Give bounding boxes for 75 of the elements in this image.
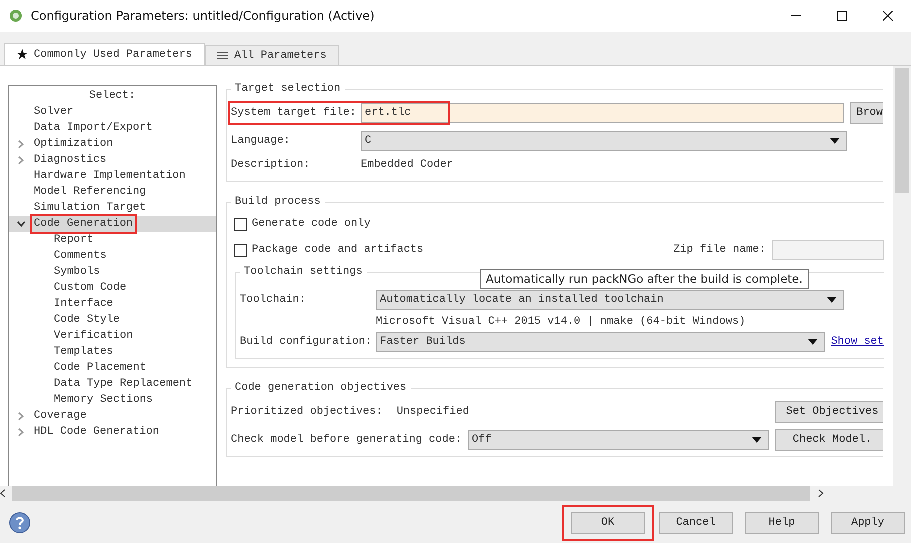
tree-item[interactable]: HDL Code Generation xyxy=(33,425,160,439)
help-icon[interactable] xyxy=(9,512,31,534)
tree-item[interactable]: Solver xyxy=(33,105,75,119)
show-settings-link[interactable]: Show set xyxy=(831,336,884,348)
tab[interactable]: Commonly Used Parameters xyxy=(4,43,206,65)
star-icon xyxy=(17,49,28,60)
tree-item[interactable]: Model Referencing xyxy=(33,185,148,199)
tree-item[interactable]: Diagnostics xyxy=(33,153,108,167)
input-field[interactable] xyxy=(772,240,884,260)
dropdown[interactable]: C xyxy=(361,131,847,151)
field-label: Prioritized objectives: xyxy=(231,406,383,418)
app-icon xyxy=(9,9,23,23)
browse-button[interactable]: Brow xyxy=(850,102,883,124)
checkbox[interactable] xyxy=(234,218,247,230)
tooltip: Automatically run packNGo after the build is complete. xyxy=(480,269,809,289)
field-label: System target file: xyxy=(231,107,358,119)
tree-item[interactable]: Coverage xyxy=(33,409,88,423)
tree-item[interactable]: Data Type Replacement xyxy=(53,377,194,391)
tree-item[interactable]: Code Placement xyxy=(53,361,148,375)
dialog-button[interactable]: Help xyxy=(745,512,819,534)
dialog-button[interactable]: Apply xyxy=(831,512,905,534)
caret-icon xyxy=(752,437,762,443)
expand-chevron-icon[interactable] xyxy=(18,140,24,148)
tree-item[interactable]: Hardware Implementation xyxy=(33,169,187,183)
expand-chevron-icon[interactable] xyxy=(18,412,24,420)
tree-item[interactable]: Symbols xyxy=(53,265,102,279)
group-title: Code generation objectives xyxy=(234,382,408,394)
dropdown[interactable]: Off xyxy=(468,430,769,450)
group-title: Toolchain settings xyxy=(243,266,364,278)
group-title: Target selection xyxy=(234,83,342,95)
tree-item[interactable]: Report xyxy=(53,233,95,247)
field-label: Toolchain: xyxy=(240,294,308,306)
dropdown[interactable]: Automatically locate an installed toolchain xyxy=(376,290,844,310)
caret-icon xyxy=(827,297,837,303)
tree-item[interactable]: Code Style xyxy=(53,313,122,327)
checkbox-label: Package code and artifacts xyxy=(252,244,424,256)
checkbox-label: Generate code only xyxy=(252,218,371,230)
scroll-left-icon[interactable] xyxy=(0,489,6,498)
tree-item[interactable]: Simulation Target xyxy=(33,201,148,215)
tree-item[interactable]: Verification xyxy=(53,329,134,343)
vertical-scrollbar[interactable] xyxy=(893,66,911,486)
tab[interactable]: All Parameters xyxy=(205,45,339,65)
toolchain-info: Microsoft Visual C++ 2015 v14.0 | nmake (64-bit Windows) xyxy=(376,316,747,328)
field-label: Zip file name: xyxy=(674,244,766,256)
field-label: Check model before generating code: xyxy=(231,434,462,446)
dropdown[interactable]: Faster Builds xyxy=(376,332,826,352)
collapse-chevron-icon[interactable] xyxy=(16,221,26,227)
input-field[interactable]: ert.tlc xyxy=(361,103,844,123)
expand-chevron-icon[interactable] xyxy=(18,156,24,164)
set-objectives-button[interactable]: Set Objectives xyxy=(775,401,883,423)
group-title: Build process xyxy=(234,196,322,208)
caret-icon xyxy=(830,138,840,144)
field-label: Build configuration: xyxy=(240,336,374,348)
check-model-button[interactable]: Check Model. xyxy=(775,429,883,451)
expand-chevron-icon[interactable] xyxy=(18,428,24,436)
scroll-right-icon[interactable] xyxy=(818,489,824,498)
tree-item[interactable]: Interface xyxy=(53,297,114,311)
tree-item[interactable]: Data Import/Export xyxy=(33,121,154,135)
tree-heading: Select: xyxy=(88,89,137,104)
caret-icon xyxy=(808,339,818,345)
field-label: Language: xyxy=(231,135,292,147)
dialog-button[interactable]: OK xyxy=(571,512,645,534)
tree-item[interactable]: Comments xyxy=(53,249,108,263)
description-value: Embedded Coder xyxy=(361,159,454,171)
window-title: Configuration Parameters: untitled/Configuration (Active) xyxy=(31,9,376,23)
tree-item[interactable]: Custom Code xyxy=(53,281,128,295)
list-icon xyxy=(217,52,228,60)
field-label: Description: xyxy=(231,159,312,171)
tree-item[interactable]: Templates xyxy=(53,345,114,359)
checkbox[interactable] xyxy=(234,244,247,256)
dialog-button[interactable]: Cancel xyxy=(659,512,733,534)
tree-item[interactable]: Optimization xyxy=(33,137,114,151)
tree-item[interactable]: Memory Sections xyxy=(53,393,154,407)
objectives-value: Unspecified xyxy=(396,406,470,418)
tree-item[interactable]: Code Generation xyxy=(33,217,134,231)
